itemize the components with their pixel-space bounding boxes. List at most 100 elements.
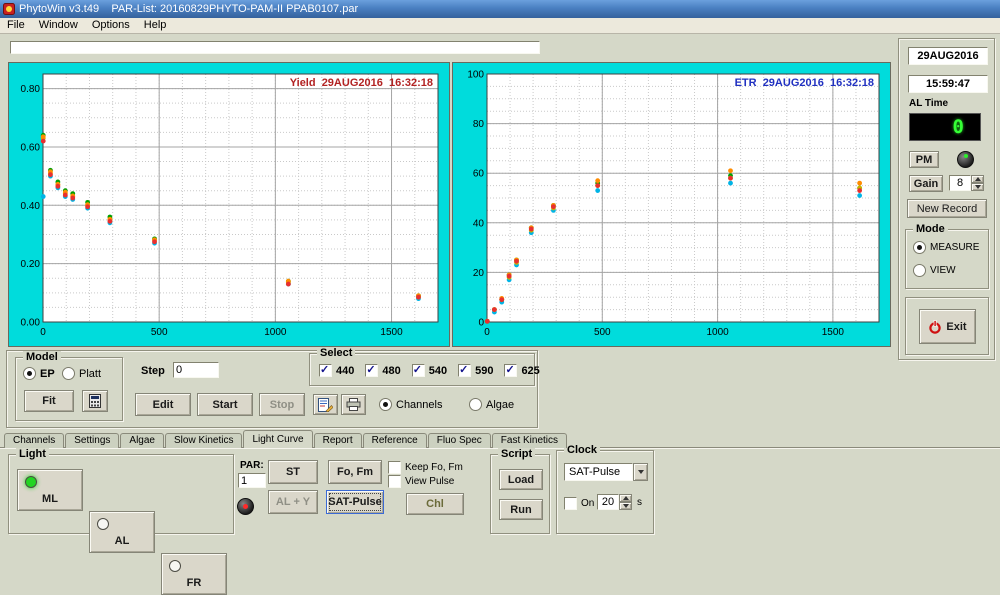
radio-measure[interactable]: MEASURE: [913, 241, 979, 254]
run-button[interactable]: Run: [499, 499, 543, 520]
clock-group-label: Clock: [564, 444, 600, 456]
tab-settings[interactable]: Settings: [65, 433, 120, 448]
svg-text:0: 0: [478, 318, 484, 329]
exit-panel: Exit: [905, 297, 989, 355]
fo-fm-button[interactable]: Fo, Fm: [328, 460, 382, 484]
mode-group-label: Mode: [913, 223, 948, 235]
interval-value: 20: [597, 494, 619, 510]
start-button[interactable]: Start: [197, 393, 253, 416]
al-led-icon: [97, 518, 109, 530]
svg-text:500: 500: [594, 327, 611, 338]
clock-mode-dropdown[interactable]: SAT-Pulse: [564, 463, 648, 481]
checkbox-590-box: [458, 363, 472, 377]
al-plus-y-button[interactable]: AL + Y: [268, 490, 318, 514]
tab-channels[interactable]: Channels: [4, 433, 65, 448]
fr-button[interactable]: FR: [161, 553, 227, 595]
par-knob[interactable]: [237, 498, 254, 515]
calculator-button[interactable]: [82, 390, 108, 412]
radio-ep[interactable]: EP: [23, 367, 55, 380]
new-record-button[interactable]: New Record: [907, 199, 987, 218]
checkbox-625[interactable]: 625: [504, 363, 540, 377]
gain-spinner[interactable]: 8: [949, 175, 984, 191]
title-bar[interactable]: PhytoWin v3.t49 PAR-List: 20160829PHYTO-…: [0, 0, 1000, 18]
radio-ep-dot: [23, 367, 36, 380]
date-display: 29AUG2016: [908, 47, 988, 65]
stop-button[interactable]: Stop: [259, 393, 305, 416]
al-button[interactable]: AL: [89, 511, 155, 553]
exit-label: Exit: [946, 320, 967, 333]
radio-channels[interactable]: Channels: [379, 398, 442, 411]
gain-value: 8: [949, 175, 971, 191]
model-group: Model EP Platt Fit: [15, 351, 123, 421]
etr-chart-panel: 0 500 1000 1500 0 20 40 60 80 100 ETR 29AUG2016 16…: [452, 62, 891, 347]
menu-options[interactable]: Options: [85, 18, 137, 33]
yield-chart-panel: 0 500 1000 1500 0.00 0.20 0.40 0.60 0.80 Yield 29…: [8, 62, 450, 347]
tab-reference[interactable]: Reference: [362, 433, 427, 448]
radio-platt-dot: [62, 367, 75, 380]
fr-label: FR: [186, 577, 202, 589]
load-button[interactable]: Load: [499, 469, 543, 490]
chl-button[interactable]: Chl: [406, 493, 464, 515]
edit-button[interactable]: Edit: [135, 393, 191, 416]
radio-ep-label: EP: [40, 367, 55, 380]
svg-text:100: 100: [467, 70, 484, 81]
script-group-label: Script: [498, 448, 536, 460]
checkbox-440[interactable]: 440: [319, 363, 354, 377]
report-button[interactable]: [313, 394, 338, 415]
ml-button[interactable]: ML: [17, 469, 83, 511]
svg-text:500: 500: [151, 327, 168, 338]
clock-on-label: On: [581, 498, 595, 509]
fit-button[interactable]: Fit: [24, 390, 74, 412]
tab-fluo-spec[interactable]: Fluo Spec: [427, 433, 491, 448]
par-input[interactable]: [238, 473, 266, 488]
svg-text:60: 60: [473, 169, 485, 180]
pm-button[interactable]: PM: [909, 151, 939, 168]
clock-on-checkbox[interactable]: On: [564, 497, 594, 510]
menu-file[interactable]: File: [0, 18, 32, 33]
svg-text:0.60: 0.60: [21, 142, 41, 153]
print-button[interactable]: [341, 394, 366, 415]
dropdown-arrow-icon[interactable]: [633, 463, 648, 481]
checkbox-625-box: [504, 363, 518, 377]
checkbox-590[interactable]: 590: [458, 363, 493, 377]
step-input[interactable]: [173, 362, 219, 378]
sat-pulse-button[interactable]: SAT-Pulse: [326, 490, 384, 514]
interval-up-button[interactable]: [619, 494, 632, 502]
svg-text:0.40: 0.40: [21, 201, 41, 212]
radio-algae[interactable]: Algae: [469, 398, 514, 411]
checkbox-480[interactable]: 480: [365, 363, 401, 377]
svg-text:0.00: 0.00: [21, 318, 41, 329]
tab-slow-kinetics[interactable]: Slow Kinetics: [164, 433, 243, 448]
interval-down-button[interactable]: [619, 502, 632, 510]
exit-button[interactable]: Exit: [919, 309, 976, 344]
tab-light-curve[interactable]: Light Curve: [243, 430, 313, 448]
radio-measure-dot: [913, 241, 926, 254]
etr-chart: 0 500 1000 1500 0 20 40 60 80 100 ETR 29AUG2016 16…: [467, 70, 880, 338]
keep-fofm-checkbox[interactable]: Keep Fo, Fm: [388, 461, 463, 474]
gain-button[interactable]: Gain: [909, 175, 943, 192]
message-bar[interactable]: [10, 41, 540, 54]
menu-window[interactable]: Window: [32, 18, 85, 33]
radio-platt[interactable]: Platt: [62, 367, 101, 380]
window-title: PhytoWin v3.t49 PAR-List: 20160829PHYTO-…: [19, 3, 359, 15]
svg-text:80: 80: [473, 119, 485, 130]
svg-text:0: 0: [484, 327, 490, 338]
radio-channels-label: Channels: [396, 398, 443, 411]
light-group-label: Light: [16, 448, 49, 460]
view-pulse-checkbox[interactable]: View Pulse: [388, 475, 454, 488]
gain-up-button[interactable]: [971, 175, 984, 183]
interval-spinner[interactable]: 20: [597, 494, 632, 510]
tab-algae[interactable]: Algae: [120, 433, 164, 448]
printer-icon: [346, 398, 361, 411]
pm-knob[interactable]: [957, 151, 974, 168]
clock-on-box: [564, 497, 577, 510]
menu-help[interactable]: Help: [137, 18, 174, 33]
clock-mode-value: SAT-Pulse: [564, 463, 633, 481]
tab-fast-kinetics[interactable]: Fast Kinetics: [491, 433, 568, 448]
gain-down-button[interactable]: [971, 183, 984, 191]
measure-sidebar: 29AUG2016 15:59:47 AL Time 0 PM Gain 8 N…: [898, 38, 995, 360]
st-button[interactable]: ST: [268, 460, 318, 484]
checkbox-540[interactable]: 540: [411, 363, 447, 377]
tab-report[interactable]: Report: [313, 433, 362, 448]
radio-view[interactable]: VIEW: [913, 264, 956, 277]
